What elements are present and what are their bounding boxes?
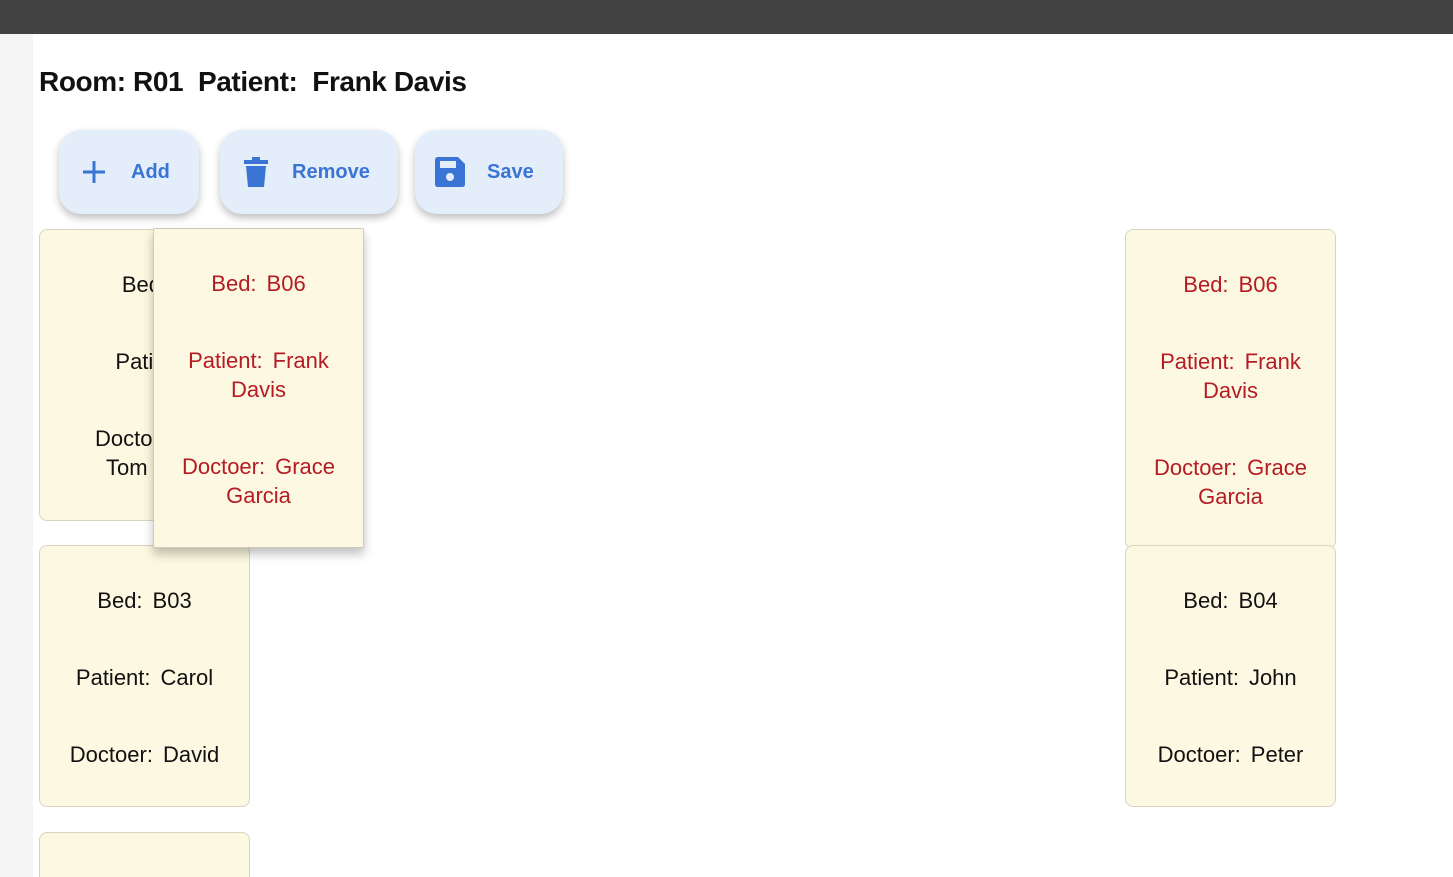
bed-card-b06[interactable]: Bed: B06 Patient: Frank Davis Doctoer: Grac… xyxy=(1125,229,1336,549)
patient-field: Patient: Frank Davis xyxy=(188,348,329,402)
save-button-label: Save xyxy=(487,160,534,183)
bed-card-partial[interactable] xyxy=(39,832,250,877)
room-label: Room: xyxy=(39,66,126,97)
doctor-name: Tom xyxy=(106,455,148,480)
top-bar xyxy=(0,0,1453,34)
remove-button-label: Remove xyxy=(292,160,370,183)
page-title: Room: R01 Patient: Frank Davis xyxy=(39,66,467,98)
trash-icon xyxy=(244,157,268,187)
bed-field: Bed: B03 xyxy=(97,588,192,613)
doctor-field: Doctoer: Grace Garcia xyxy=(1153,455,1308,509)
remove-button[interactable]: Remove xyxy=(220,130,398,214)
add-button-label: Add xyxy=(131,160,170,183)
bed-card-b04[interactable]: Bed: B04 Patient: John Doctoer: Peter xyxy=(1125,545,1336,807)
bed-card-b03[interactable]: Bed: B03 Patient: Carol Doctoer: David xyxy=(39,545,250,807)
dragged-bed-card-b06[interactable]: Bed: B06 Patient: Frank Davis Doctoer: Grac… xyxy=(153,228,364,548)
doctor-field: Doctoer: Peter xyxy=(1157,742,1304,767)
left-gutter xyxy=(0,34,33,877)
save-button[interactable]: Save xyxy=(415,130,563,214)
add-button[interactable]: Add xyxy=(59,130,199,214)
doctor-field: Doctoer: Grace Garcia xyxy=(181,454,336,508)
patient-field: Patient: Carol xyxy=(75,665,214,690)
patient-label: Patient: xyxy=(197,66,298,97)
doctor-field: Doctoer: David xyxy=(69,742,220,767)
plus-icon xyxy=(81,159,107,185)
floppy-disk-icon xyxy=(435,157,465,187)
bed-field: Bed: B06 xyxy=(211,271,306,296)
bed-field: Bed: B04 xyxy=(1183,588,1278,613)
patient-field: Patient: John xyxy=(1164,665,1297,690)
patient-value: Frank Davis xyxy=(312,66,467,97)
doctor-field: Docto xyxy=(95,426,153,451)
bed-field: Bed: B06 xyxy=(1183,272,1278,297)
room-value: R01 xyxy=(133,66,184,97)
patient-field: Patient: Frank Davis xyxy=(1160,349,1301,403)
